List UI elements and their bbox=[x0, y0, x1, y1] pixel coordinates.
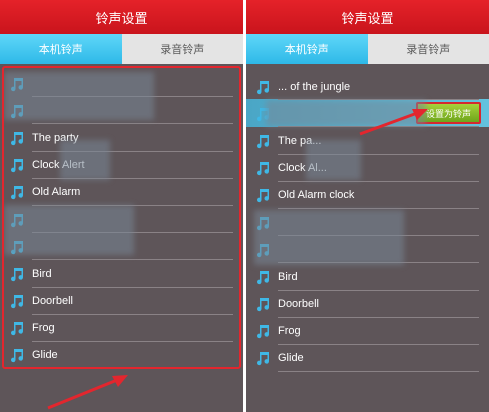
list-item-label: Glide bbox=[32, 349, 58, 362]
music-note-icon bbox=[2, 129, 32, 147]
music-note-icon bbox=[2, 156, 32, 174]
list-item-label: Bird bbox=[278, 270, 298, 283]
list-item[interactable]: Doorbell bbox=[0, 288, 243, 315]
list-item-label: Frog bbox=[32, 322, 55, 335]
list-item[interactable]: Old Alarm clock bbox=[246, 182, 489, 210]
right-screen: 铃声设置 本机铃声 录音铃声 设置为铃声 ... of the jungle T… bbox=[246, 0, 489, 412]
list-item[interactable]: Doorbell bbox=[246, 291, 489, 318]
list-item-label: Doorbell bbox=[32, 295, 73, 308]
list-item[interactable]: Bird bbox=[246, 263, 489, 291]
list-item[interactable]: ... of the jungle bbox=[246, 73, 489, 101]
tab-recorded-ringtones[interactable]: 录音铃声 bbox=[121, 34, 243, 64]
tab-bar: 本机铃声 录音铃声 bbox=[0, 34, 243, 64]
list-item-label: Glide bbox=[278, 352, 304, 365]
list-item[interactable]: Glide bbox=[0, 342, 243, 370]
redaction-blur bbox=[60, 140, 110, 180]
list-item-label: Old Alarm bbox=[32, 186, 81, 199]
music-note-icon bbox=[248, 322, 278, 340]
tab-bar: 本机铃声 录音铃声 bbox=[246, 34, 489, 64]
redaction-blur bbox=[266, 100, 426, 126]
redaction-blur bbox=[4, 205, 134, 255]
music-note-icon bbox=[2, 265, 32, 283]
list-item[interactable]: The party bbox=[0, 124, 243, 152]
tab-local-ringtones[interactable]: 本机铃声 bbox=[0, 34, 122, 64]
list-item-label: Old Alarm clock bbox=[278, 189, 355, 202]
list-item-label: Frog bbox=[278, 325, 301, 338]
redaction-blur bbox=[306, 140, 361, 180]
music-note-icon bbox=[248, 78, 278, 96]
redaction-blur bbox=[4, 72, 154, 120]
list-item-label: Bird bbox=[32, 267, 52, 280]
music-note-icon bbox=[2, 183, 32, 201]
list-item[interactable]: Frog bbox=[0, 315, 243, 343]
red-arrow-icon bbox=[47, 375, 128, 410]
tab-local-ringtones[interactable]: 本机铃声 bbox=[246, 34, 368, 64]
music-note-icon bbox=[248, 295, 278, 313]
music-note-icon bbox=[248, 186, 278, 204]
redaction-blur bbox=[254, 210, 404, 265]
list-item[interactable]: Clock Al... bbox=[246, 155, 489, 182]
tab-recorded-ringtones[interactable]: 录音铃声 bbox=[367, 34, 489, 64]
music-note-icon bbox=[248, 349, 278, 367]
list-item[interactable]: Glide bbox=[246, 345, 489, 373]
list-item[interactable]: Clock Alert bbox=[0, 152, 243, 179]
list-item[interactable]: Old Alarm bbox=[0, 179, 243, 207]
list-item[interactable]: Bird bbox=[0, 260, 243, 288]
page-title: 铃声设置 bbox=[246, 0, 489, 34]
list-item-label: Doorbell bbox=[278, 298, 319, 311]
music-note-icon bbox=[248, 132, 278, 150]
music-note-icon bbox=[248, 268, 278, 286]
music-note-icon bbox=[2, 292, 32, 310]
music-note-icon bbox=[2, 319, 32, 337]
page-title: 铃声设置 bbox=[0, 0, 243, 34]
list-item[interactable]: Frog bbox=[246, 318, 489, 346]
list-item-label: ... of the jungle bbox=[278, 80, 351, 93]
left-screen: 铃声设置 本机铃声 录音铃声 The party Clock Alert Old… bbox=[0, 0, 243, 412]
list-item[interactable]: The pa... bbox=[246, 127, 489, 155]
music-note-icon bbox=[2, 346, 32, 364]
music-note-icon bbox=[248, 159, 278, 177]
